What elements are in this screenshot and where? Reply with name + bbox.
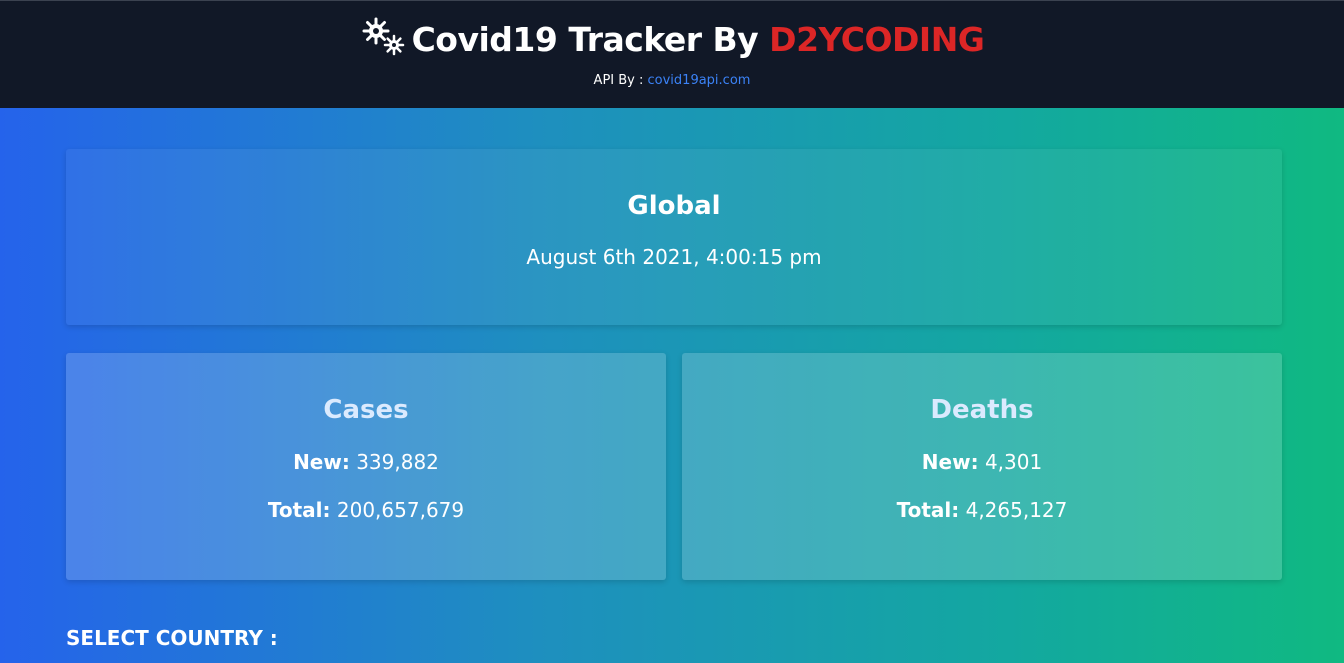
cases-total: Total: 200,657,679 bbox=[66, 498, 666, 522]
global-title: Global bbox=[627, 191, 721, 221]
deaths-new: New: 4,301 bbox=[682, 450, 1282, 474]
cases-total-label: Total: bbox=[267, 498, 331, 522]
cases-new-label: New: bbox=[293, 450, 350, 474]
cases-title: Cases bbox=[323, 395, 409, 425]
cases-total-value: 200,657,679 bbox=[336, 498, 465, 522]
deaths-new-value: 4,301 bbox=[984, 450, 1043, 474]
deaths-card: Deaths New: 4,301 Total: 4,265,127 bbox=[682, 353, 1282, 580]
deaths-new-label: New: bbox=[921, 450, 979, 474]
api-credit: API By : covid19api.com bbox=[0, 73, 1344, 88]
page-title: Covid19 Tracker By D2YCODING bbox=[0, 17, 1344, 62]
deaths-title: Deaths bbox=[930, 395, 1034, 425]
title-prefix: Covid19 Tracker By bbox=[411, 20, 770, 59]
global-date: August 6th 2021, 4:00:15 pm bbox=[526, 245, 822, 269]
select-country-label: SELECT COUNTRY : bbox=[66, 626, 278, 650]
app-header: Covid19 Tracker By D2YCODING API By : co… bbox=[0, 0, 1344, 108]
deaths-total-value: 4,265,127 bbox=[965, 498, 1068, 522]
deaths-total: Total: 4,265,127 bbox=[682, 498, 1282, 522]
cases-new-value: 339,882 bbox=[356, 450, 439, 474]
api-link[interactable]: covid19api.com bbox=[648, 73, 751, 88]
virus-icon bbox=[362, 17, 404, 56]
api-label: API By : bbox=[593, 73, 644, 88]
global-card: Global August 6th 2021, 4:00:15 pm bbox=[66, 149, 1282, 325]
cases-new: New: 339,882 bbox=[66, 450, 666, 474]
title-brand: D2YCODING bbox=[769, 20, 985, 59]
cases-card: Cases New: 339,882 Total: 200,657,679 bbox=[66, 353, 666, 580]
deaths-total-label: Total: bbox=[896, 498, 960, 522]
